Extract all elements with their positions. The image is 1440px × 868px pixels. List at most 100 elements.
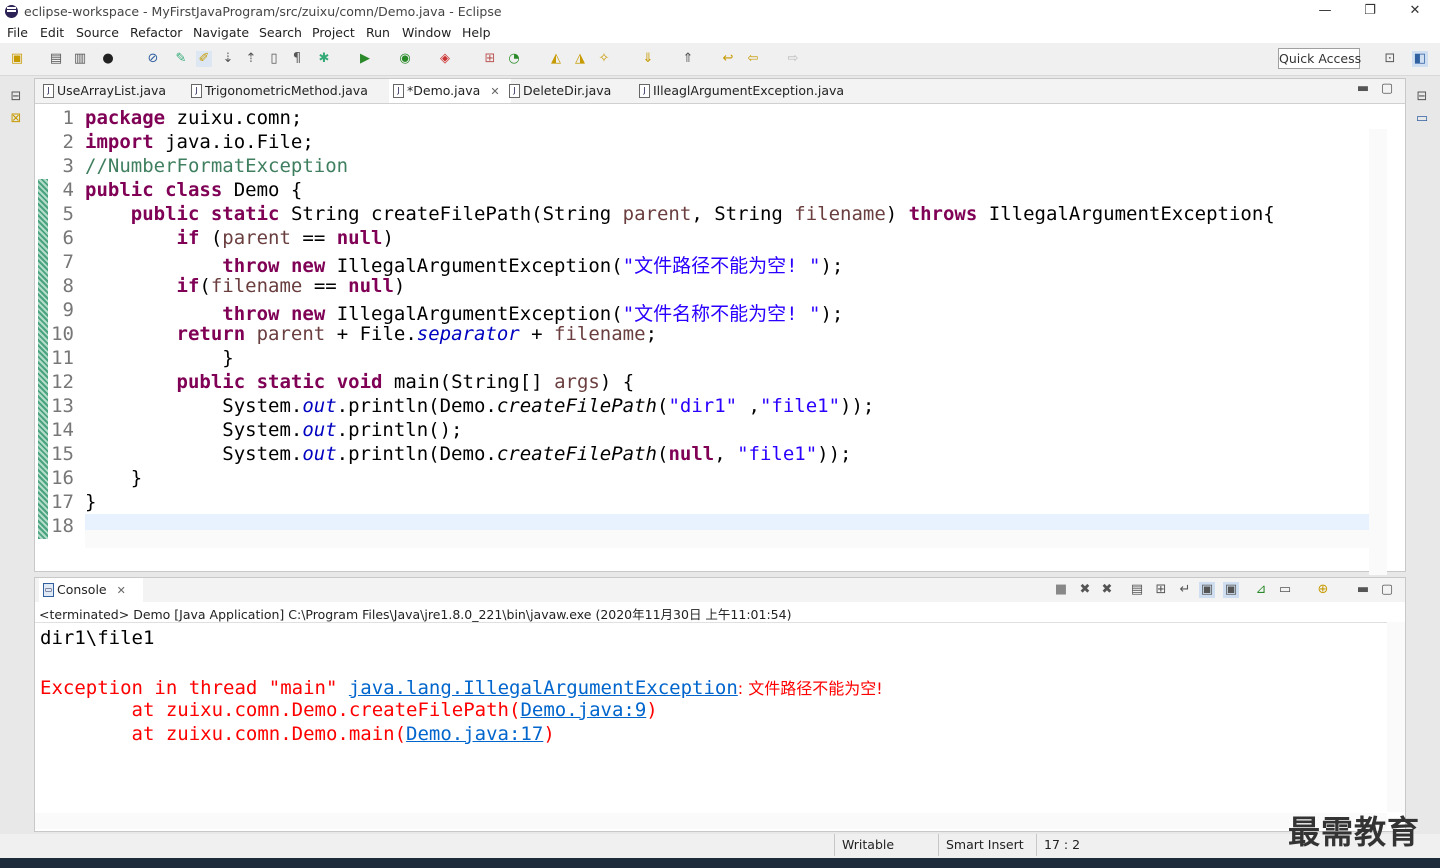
line-number: 3 (62, 155, 74, 177)
java-file-icon: J (639, 84, 650, 98)
show-on-stderr-icon[interactable]: ▣ (1223, 582, 1239, 598)
status-cursor-position[interactable]: 17 : 2 (1044, 837, 1080, 852)
menu-search[interactable]: Search (259, 25, 302, 40)
java-file-icon: J (43, 84, 54, 98)
tab-label: Console (57, 582, 107, 597)
java-file-icon: J (191, 84, 202, 98)
menu-source[interactable]: Source (76, 25, 119, 40)
code-line: import java.io.File; (85, 131, 314, 153)
run-icon[interactable]: ▶ (357, 51, 373, 67)
status-insert-mode[interactable]: Smart Insert (946, 837, 1024, 852)
status-writable: Writable (842, 837, 895, 852)
debug-icon[interactable]: ✱ (316, 51, 332, 67)
os-taskbar (0, 858, 1440, 868)
code-area[interactable]: 1 2 3 4 5 6 7 8 9 10 11 12 13 14 15 16 1… (35, 104, 1387, 575)
highlight-icon[interactable]: ✐ (196, 51, 212, 67)
open-type-icon[interactable]: ◭ (548, 51, 564, 67)
new-java-package-icon[interactable]: ⊞ (482, 51, 498, 67)
menu-edit[interactable]: Edit (40, 25, 64, 40)
menu-help[interactable]: Help (462, 25, 491, 40)
menu-run[interactable]: Run (366, 25, 390, 40)
remove-all-launches-icon[interactable]: ✖ (1099, 582, 1115, 598)
console-stderr-line: Exception in thread "main" java.lang.Ill… (40, 675, 883, 699)
search-icon[interactable]: ✧ (596, 51, 612, 67)
next-edit-icon[interactable]: ⇓ (640, 51, 656, 67)
open-perspective-icon[interactable]: ⊡ (1382, 51, 1398, 67)
save-icon[interactable]: ▤ (48, 51, 64, 67)
new-java-class-icon[interactable]: ◔ (506, 51, 522, 67)
console-output[interactable]: dir1\file1 Exception in thread "main" ja… (35, 622, 1387, 813)
open-task-icon[interactable]: ◮ (572, 51, 588, 67)
pilcrow-icon[interactable]: ¶ (289, 51, 305, 67)
tab-demo[interactable]: J *Demo.java ✕ (389, 79, 511, 103)
console-horizontal-scrollbar[interactable] (35, 813, 1387, 829)
outline-icon[interactable]: ▭ (1414, 111, 1430, 127)
line-number: 8 (62, 275, 74, 297)
restore-button[interactable]: ❐ (1350, 0, 1390, 23)
prev-edit-icon[interactable]: ⇑ (680, 51, 696, 67)
tab-deletedir[interactable]: J DeleteDir.java (505, 79, 633, 103)
package-explorer-icon[interactable]: ⊠ (8, 111, 24, 127)
menu-bar: File Edit Source Refactor Navigate Searc… (0, 23, 1440, 43)
toggle-breakpoint-icon[interactable]: ● (100, 51, 116, 67)
pin-console-icon[interactable]: ⊿ (1253, 582, 1269, 598)
word-wrap-icon[interactable]: ↵ (1177, 582, 1193, 598)
external-tools-icon[interactable]: ◈ (437, 51, 453, 67)
remove-launch-icon[interactable]: ✖ (1077, 582, 1093, 598)
save-all-icon[interactable]: ▥ (72, 51, 88, 67)
last-edit-location-icon[interactable]: ↩ (720, 51, 736, 67)
minimize-console-icon[interactable]: ▬ (1355, 582, 1371, 598)
console-view: ▭ Console ✕ ■ ✖ ✖ ▤ ⊞ ↵ ▣ ▣ ⊿ ▭ ⊕ ▬ ▢ <t… (34, 577, 1406, 832)
display-console-icon[interactable]: ▭ (1277, 582, 1293, 598)
minimize-editor-icon[interactable]: ▬ (1355, 81, 1371, 97)
toggle-mark-occurrences-icon[interactable]: ✎ (173, 51, 189, 67)
console-vertical-scrollbar[interactable] (1387, 622, 1405, 812)
maximize-console-icon[interactable]: ▢ (1379, 582, 1395, 598)
java-editor: J UseArrayList.java J TrigonometricMetho… (34, 78, 1406, 575)
menu-file[interactable]: File (7, 25, 28, 40)
minimize-button[interactable]: — (1305, 0, 1345, 23)
show-whitespace-icon[interactable]: ▯ (266, 51, 282, 67)
show-on-stdout-icon[interactable]: ▣ (1199, 582, 1215, 598)
code-line: System.out.println(Demo.createFilePath(n… (85, 443, 852, 465)
skip-breakpoints-icon[interactable]: ⊘ (145, 51, 161, 67)
open-console-icon[interactable]: ⊕ (1315, 582, 1331, 598)
prev-annotation-icon[interactable]: ⇡ (243, 51, 259, 67)
tab-label: UseArrayList.java (57, 83, 167, 98)
menu-project[interactable]: Project (312, 25, 355, 40)
menu-navigate[interactable]: Navigate (193, 25, 249, 40)
tab-trigonometricmethod[interactable]: J TrigonometricMethod.java (187, 79, 395, 103)
close-tab-icon[interactable]: ✕ (490, 85, 499, 98)
next-annotation-icon[interactable]: ⇣ (220, 51, 236, 67)
forward-icon[interactable]: ⇨ (785, 51, 801, 67)
tab-illeaglargumentexception[interactable]: J IlleaglArgumentException.java (635, 79, 873, 103)
menu-refactor[interactable]: Refactor (130, 25, 182, 40)
tab-label: *Demo.java (407, 83, 481, 98)
line-number: 9 (62, 299, 74, 321)
tab-console[interactable]: ▭ Console ✕ (39, 578, 143, 602)
java-perspective-icon[interactable]: ◧ (1412, 51, 1428, 67)
restore-outline-icon[interactable]: ⊟ (1414, 89, 1430, 105)
stack-frame-link[interactable]: Demo.java:17 (406, 723, 543, 745)
maximize-editor-icon[interactable]: ▢ (1379, 81, 1395, 97)
exception-class-link[interactable]: java.lang.IllegalArgumentException (349, 677, 738, 699)
tab-usearraylist[interactable]: J UseArrayList.java (39, 79, 197, 103)
back-icon[interactable]: ⇦ (745, 51, 761, 67)
new-icon[interactable]: ▣ (9, 51, 25, 67)
scroll-lock-icon[interactable]: ⊞ (1153, 582, 1169, 598)
exception-message: : 文件路径不能为空! (737, 679, 883, 698)
coverage-icon[interactable]: ◉ (397, 51, 413, 67)
menu-window[interactable]: Window (402, 25, 451, 40)
close-console-icon[interactable]: ✕ (117, 584, 126, 597)
vertical-scrollbar[interactable] (1369, 129, 1387, 575)
stack-frame-link[interactable]: Demo.java:9 (520, 699, 646, 721)
close-button[interactable]: ✕ (1395, 0, 1435, 23)
restore-view-icon[interactable]: ⊟ (8, 89, 24, 105)
terminate-icon[interactable]: ■ (1053, 582, 1069, 598)
clear-console-icon[interactable]: ▤ (1129, 582, 1145, 598)
quick-access-input[interactable]: Quick Access (1278, 48, 1361, 69)
code-line: return parent + File.separator + filenam… (176, 323, 658, 345)
code-line: throw new IllegalArgumentException("文件路径… (222, 255, 844, 277)
horizontal-scrollbar[interactable] (85, 530, 1375, 548)
left-trim-stack: ⊟ ⊠ (4, 77, 28, 137)
